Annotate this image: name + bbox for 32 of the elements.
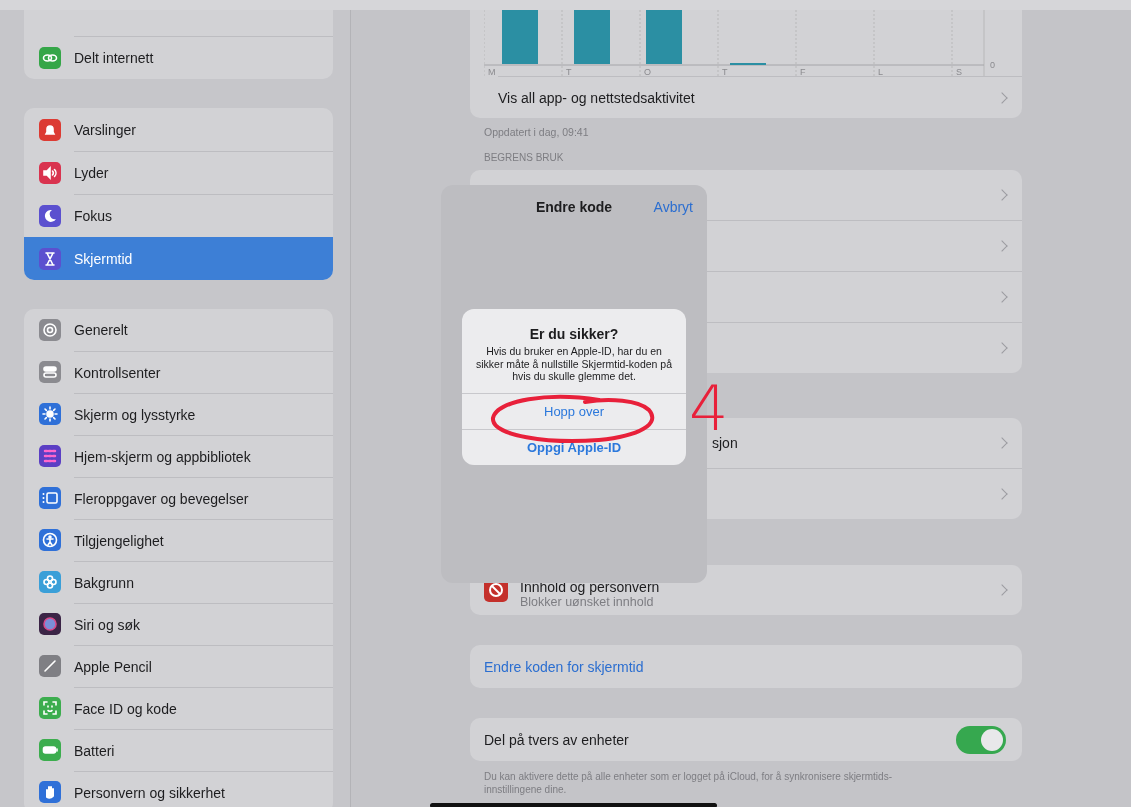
sidebar-item-label: Siri og søk — [74, 602, 333, 646]
updated-note: Oppdatert i dag, 09:41 — [484, 126, 590, 138]
sidebar-item-label: Batteri — [74, 728, 333, 772]
alert-message: Hvis du bruker en Apple-ID, har du en sikker måte å nullstille Skjermtid-koden på hvis du skulle glemme det. — [474, 345, 674, 383]
day-label: T — [722, 67, 728, 76]
alert-title: Er du sikker? — [528, 326, 620, 342]
sidebar-item-label: Skjermtid — [74, 250, 134, 269]
axis-label: 0 — [990, 60, 995, 70]
day-label: F — [800, 67, 806, 76]
day-label: O — [644, 67, 651, 76]
sidebar-item-label: Face ID og kode — [74, 686, 333, 730]
row-subtitle: Blokker uønsket innhold — [520, 595, 655, 609]
sidebar-item-label: Varslinger — [74, 120, 137, 140]
sheet-title: Endre kode — [535, 199, 613, 215]
sidebar-item-label: Delt internett — [74, 35, 333, 79]
section-header: BEGRENS BRUK — [484, 152, 565, 163]
sidebar-item-label: Apple Pencil — [74, 644, 333, 688]
sidebar-item-label: Kontrollsenter — [74, 350, 333, 394]
row-label: Del på tvers av enheter — [484, 731, 630, 748]
sidebar-item-label: Personvern og sikkerhet — [74, 770, 333, 807]
sidebar-item-label: Tilgjengelighet — [74, 518, 333, 562]
sidebar-item-label: Fleroppgaver og bevegelser — [74, 476, 333, 520]
day-label: M — [488, 67, 496, 76]
sidebar-item-label: Hjem-skjerm og appbibliotek — [74, 434, 333, 478]
day-label: L — [878, 67, 883, 76]
sidebar-item-label: Skjerm og lysstyrke — [74, 392, 333, 436]
sidebar-item-label: Bakgrunn — [74, 560, 333, 604]
row-label: Vis all app- og nettstedsaktivitet — [498, 89, 696, 106]
day-label: T — [566, 67, 572, 76]
share-note: Du kan aktivere dette på alle enheter som er logget på iCloud, for å synkronisere skjermtids-innstillingene dine. — [484, 770, 893, 796]
sidebar-item-label: Generelt — [74, 321, 129, 340]
sidebar-item-label: Lyder — [74, 150, 333, 195]
